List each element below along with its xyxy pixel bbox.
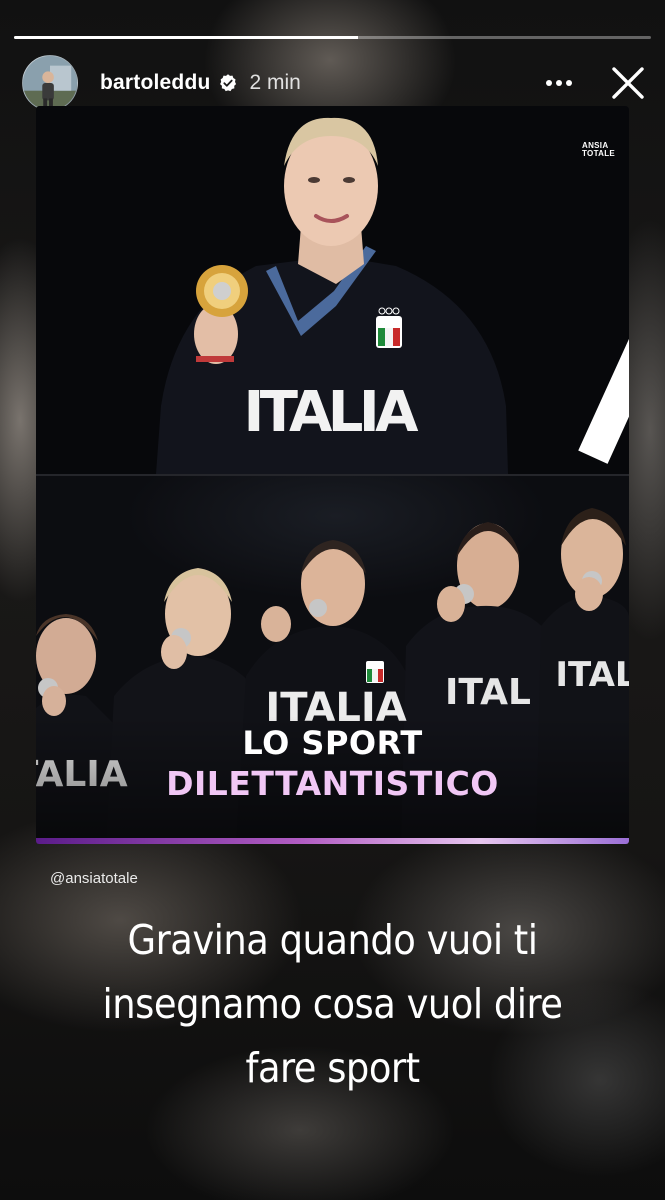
mention-sticker[interactable]: @ansiatotale	[50, 870, 138, 887]
story-timestamp: 2 min	[249, 71, 301, 94]
more-options-button[interactable]	[544, 68, 574, 98]
svg-text:ITAL: ITAL	[445, 672, 531, 713]
headline-line-1: LO SPORT	[242, 724, 423, 762]
more-horizontal-icon	[546, 80, 572, 86]
story-header: bartoleddu 2 min	[22, 55, 652, 111]
story-caption: Gravina quando vuoi ti insegnamo cosa vu…	[40, 908, 625, 1100]
gold-medalist-photo: ITALIA ANSIA TOTALE	[36, 106, 629, 474]
caption-line-3: fare sport	[245, 1044, 420, 1092]
card-gradient-bar	[36, 838, 629, 844]
story-username[interactable]: bartoleddu	[100, 71, 211, 95]
caption-line-2: insegnamo cosa vuol dire	[102, 980, 563, 1028]
shared-post-card[interactable]: ITALIA ANSIA TOTALE ITALIA ITAL ITAL LO …	[36, 106, 629, 844]
headline-line-2: DILETTANTISTICO	[166, 764, 499, 803]
svg-text:ITAL: ITAL	[555, 655, 629, 695]
jersey-text-top: ITALIA	[244, 380, 420, 445]
story-progress-bar	[14, 36, 651, 39]
caption-line-1: Gravina quando vuoi ti	[127, 916, 538, 964]
story-progress-fill	[14, 36, 358, 39]
avatar[interactable]	[22, 55, 78, 111]
close-button[interactable]	[610, 65, 646, 101]
brand-name: ANSIA TOTALE	[582, 141, 616, 158]
verified-badge-icon	[219, 74, 236, 92]
close-icon	[612, 67, 644, 99]
